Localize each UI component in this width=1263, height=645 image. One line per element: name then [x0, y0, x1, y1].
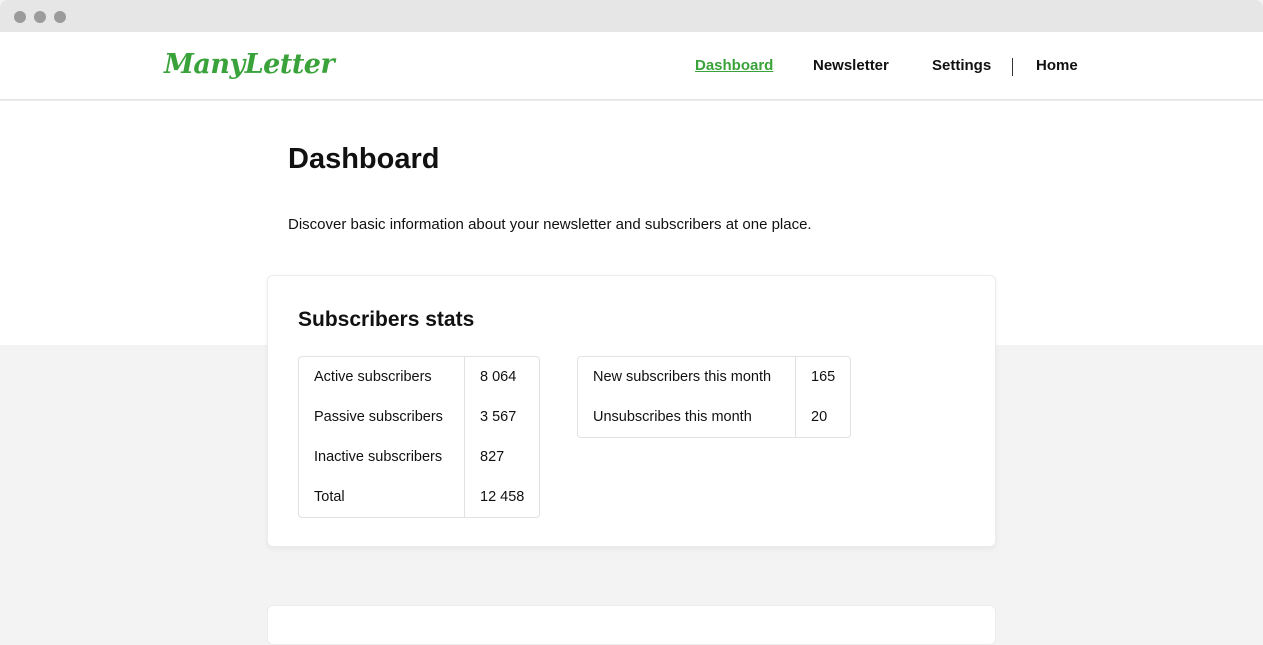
row-value: 827 [464, 437, 539, 477]
window-close-dot[interactable] [14, 11, 26, 23]
subscriber-totals-table: Active subscribers 8 064 Passive subscri… [298, 356, 541, 518]
subscribers-stats-card: Subscribers stats Active subscribers 8 0… [267, 275, 996, 547]
row-value: 3 567 [464, 397, 539, 437]
row-label: Inactive subscribers [314, 449, 443, 465]
table-row: Total 12 458 [299, 477, 539, 517]
logo[interactable]: ManyLetter [164, 49, 335, 80]
table-row: Unsubscribes this month 20 [578, 397, 850, 437]
nav-home-link[interactable]: Home [1036, 57, 1078, 74]
nav-newsletter-link[interactable]: Newsletter [813, 57, 889, 74]
nav-dashboard-link[interactable]: Dashboard [695, 57, 773, 74]
top-navigation: ManyLetter Dashboard Newsletter Settings… [0, 32, 1263, 100]
row-value: 8 064 [464, 357, 539, 397]
table-row: Inactive subscribers 827 [299, 437, 539, 477]
window-title-bar [0, 0, 1263, 32]
card-title: Subscribers stats [298, 308, 475, 331]
monthly-changes-table: New subscribers this month 165 Unsubscri… [577, 356, 852, 438]
row-value: 165 [795, 357, 850, 397]
page-title: Dashboard [288, 143, 440, 175]
row-label: Total [314, 489, 345, 505]
table-row: Passive subscribers 3 567 [299, 397, 539, 437]
window-minimize-dot[interactable] [34, 11, 46, 23]
row-value: 20 [795, 397, 850, 437]
row-value: 12 458 [464, 477, 539, 517]
row-label: Passive subscribers [314, 409, 443, 425]
table-row: New subscribers this month 165 [578, 357, 850, 397]
row-label: Active subscribers [314, 369, 432, 385]
next-card [267, 605, 996, 645]
window-maximize-dot[interactable] [54, 11, 66, 23]
row-label: New subscribers this month [593, 369, 772, 385]
page-description: Discover basic information about your ne… [288, 216, 812, 233]
nav-divider [1012, 58, 1013, 76]
row-label: Unsubscribes this month [593, 409, 752, 425]
nav-settings-link[interactable]: Settings [932, 57, 991, 74]
table-row: Active subscribers 8 064 [299, 357, 539, 397]
